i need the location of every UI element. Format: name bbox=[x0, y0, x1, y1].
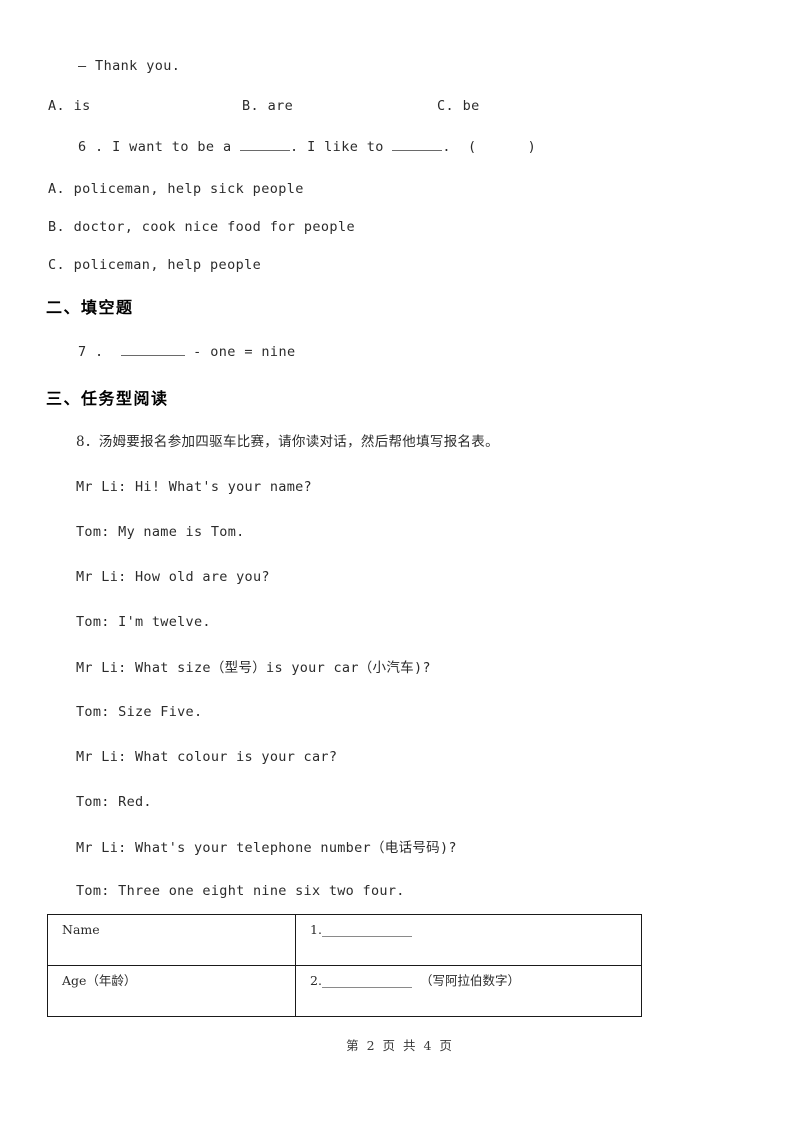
question-7-prefix: 7 . bbox=[78, 344, 121, 360]
question-8-stem: 8．汤姆要报名参加四驱车比赛，请你读对话，然后帮他填写报名表。 bbox=[76, 434, 499, 450]
carryover-option-b[interactable]: B. are bbox=[242, 98, 293, 114]
question-7-stem: 7 . - one = nine bbox=[78, 344, 296, 360]
table-row: Age（年龄） 2. （写阿拉伯数字） bbox=[47, 965, 642, 1017]
page-footer: 第 2 页 共 4 页 bbox=[346, 1038, 454, 1053]
question-7-suffix: - one = nine bbox=[184, 344, 296, 360]
table-cell-label-name: Name bbox=[47, 914, 296, 966]
question-6-option-b[interactable]: B. doctor, cook nice food for people bbox=[48, 219, 355, 235]
table-cell-label-age: Age（年龄） bbox=[47, 965, 296, 1017]
carryover-thank-you-line: — Thank you. bbox=[78, 58, 181, 74]
dialogue-line: Mr Li: How old are you? bbox=[76, 569, 270, 585]
dialogue-line: Tom: Three one eight nine six two four. bbox=[76, 883, 405, 899]
dialogue-line: Mr Li: What colour is your car? bbox=[76, 749, 338, 765]
question-6-stem-prefix: 6 . I want to be a bbox=[78, 139, 241, 155]
dialogue-line: Mr Li: Hi! What's your name? bbox=[76, 479, 312, 495]
table-value-number: 2. bbox=[310, 973, 322, 988]
table-answer-blank-1[interactable] bbox=[321, 925, 412, 937]
table-cell-value-name[interactable]: 1. bbox=[295, 914, 642, 966]
question-7-blank[interactable] bbox=[120, 355, 185, 356]
worksheet-page: — Thank you. A. is B. are C. be 6 . I wa… bbox=[0, 0, 800, 1132]
carryover-option-a[interactable]: A. is bbox=[48, 98, 91, 114]
dialogue-line: Mr Li: What's your telephone number（电话号码… bbox=[76, 840, 457, 856]
carryover-option-row: A. is B. are C. be bbox=[0, 98, 800, 118]
question-6-option-c[interactable]: C. policeman, help people bbox=[48, 257, 261, 273]
dialogue-line: Tom: Size Five. bbox=[76, 704, 203, 720]
section-heading-fill-in-the-blank: 二、填空题 bbox=[46, 298, 134, 317]
question-6-stem-suffix: . ( ) bbox=[442, 139, 537, 155]
question-6-blank-2[interactable] bbox=[392, 150, 443, 151]
table-value-number: 1. bbox=[310, 922, 322, 937]
question-6-option-a[interactable]: A. policeman, help sick people bbox=[48, 181, 304, 197]
table-cell-value-age[interactable]: 2. （写阿拉伯数字） bbox=[295, 965, 642, 1017]
question-6-stem: 6 . I want to be a . I like to . ( ) bbox=[78, 139, 536, 155]
table-answer-blank-2[interactable] bbox=[321, 976, 412, 988]
table-row: Name 1. bbox=[47, 914, 642, 966]
question-6-stem-mid: . I like to bbox=[290, 139, 393, 155]
dialogue-line: Tom: Red. bbox=[76, 794, 152, 810]
registration-form-table: Name 1. Age（年龄） 2. （写阿拉伯数字） bbox=[47, 914, 642, 1017]
table-value-note: （写阿拉伯数字） bbox=[419, 973, 520, 988]
dialogue-line: Mr Li: What size（型号）is your car（小汽车)? bbox=[76, 660, 431, 676]
question-6-blank-1[interactable] bbox=[240, 150, 291, 151]
dialogue-line: Tom: I'm twelve. bbox=[76, 614, 211, 630]
section-heading-task-based-reading: 三、任务型阅读 bbox=[46, 389, 169, 408]
carryover-option-c[interactable]: C. be bbox=[437, 98, 480, 114]
dialogue-line: Tom: My name is Tom. bbox=[76, 524, 245, 540]
